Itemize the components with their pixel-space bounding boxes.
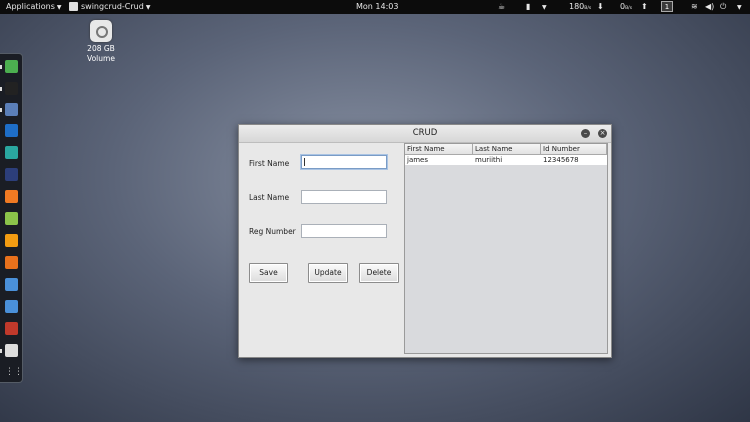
java-app-icon (69, 2, 78, 11)
hard-disk-icon (90, 20, 112, 42)
net-upload-unit: B/s (625, 6, 633, 11)
chevron-down-icon[interactable]: ▼ (735, 0, 742, 15)
top-panel: Applications ▼ swingcrud-Crud ▼ Mon 14:03 … (0, 0, 750, 14)
app-menu-label: swingcrud-Crud (81, 2, 144, 11)
game-icon[interactable] (5, 146, 18, 159)
app-grid-icon[interactable]: ⋮⋮ (5, 366, 23, 379)
chevron-down-icon: ▼ (145, 4, 151, 11)
update-button[interactable]: Update (308, 263, 348, 283)
running-indicator (0, 349, 2, 353)
wifi-icon[interactable]: ≋ (691, 0, 698, 14)
terminal-icon[interactable] (5, 82, 18, 95)
presentation-icon[interactable] (5, 256, 18, 269)
save-button[interactable]: Save (249, 263, 288, 283)
window-titlebar[interactable]: CRUD – × (239, 125, 611, 143)
coffee-icon[interactable]: ☕ (498, 0, 505, 14)
chrome-icon[interactable] (5, 60, 18, 73)
volume-icon[interactable]: ◀) (705, 0, 714, 14)
java-icon[interactable] (5, 344, 18, 357)
arrow-up-icon: ⬆ (641, 2, 648, 11)
running-indicator (0, 65, 2, 69)
volume-label: Volume (87, 54, 115, 63)
app-menu[interactable]: swingcrud-Crud ▼ (69, 0, 150, 15)
box-icon[interactable] (5, 300, 18, 313)
records-table[interactable]: First Name Last Name Id Number james mur… (404, 143, 608, 354)
last-name-field[interactable] (301, 190, 387, 204)
minimize-button[interactable]: – (581, 129, 590, 138)
applications-menu[interactable]: Applications ▼ (6, 0, 62, 15)
clock[interactable]: Mon 14:03 (356, 0, 398, 14)
last-name-label: Last Name (249, 193, 290, 202)
cell-id-number: 12345678 (541, 155, 607, 165)
power-icon[interactable]: ⏻ (720, 0, 726, 14)
running-indicator (0, 87, 2, 91)
desktop-volume-icon[interactable]: 208 GB Volume (80, 20, 122, 64)
column-header-first-name[interactable]: First Name (405, 144, 473, 155)
chevron-down-icon[interactable]: ▼ (540, 0, 547, 15)
reg-number-label: Reg Number (249, 227, 296, 236)
sublime-icon[interactable] (5, 234, 18, 247)
firefox-icon[interactable] (5, 190, 18, 203)
arrow-down-icon: ⬇ (597, 2, 604, 11)
reg-number-field[interactable] (301, 224, 387, 238)
files-icon[interactable] (5, 103, 18, 116)
column-header-id-number[interactable]: Id Number (541, 144, 607, 155)
running-indicator (0, 108, 2, 112)
clipboard-icon[interactable]: ▮ (526, 0, 530, 14)
first-name-field[interactable] (301, 155, 387, 169)
box-icon[interactable] (5, 278, 18, 291)
net-download-speed: 180B/s (569, 0, 591, 16)
volume-size-label: 208 GB (87, 44, 115, 53)
net-upload-speed: 0B/s (620, 0, 632, 16)
cell-last-name: muriithi (473, 155, 541, 165)
workspace-indicator[interactable]: 1 (661, 1, 673, 12)
cell-first-name: james (405, 155, 473, 165)
chevron-down-icon: ▼ (56, 4, 62, 11)
net-download-unit: B/s (584, 6, 592, 11)
crud-window: CRUD – × First Name Last Name Reg Number… (238, 124, 612, 358)
notes-icon[interactable] (5, 212, 18, 225)
net-download-value: 180 (569, 2, 585, 11)
column-header-last-name[interactable]: Last Name (473, 144, 541, 155)
text-cursor (304, 158, 305, 166)
delete-button[interactable]: Delete (359, 263, 399, 283)
mail-icon[interactable] (5, 124, 18, 137)
close-button[interactable]: × (598, 129, 607, 138)
video-icon[interactable] (5, 322, 18, 335)
first-name-label: First Name (249, 159, 290, 168)
window-title: CRUD (412, 128, 438, 138)
applications-label: Applications (6, 2, 55, 11)
dock: ⋮⋮ (0, 53, 23, 383)
code-icon[interactable] (5, 168, 18, 181)
